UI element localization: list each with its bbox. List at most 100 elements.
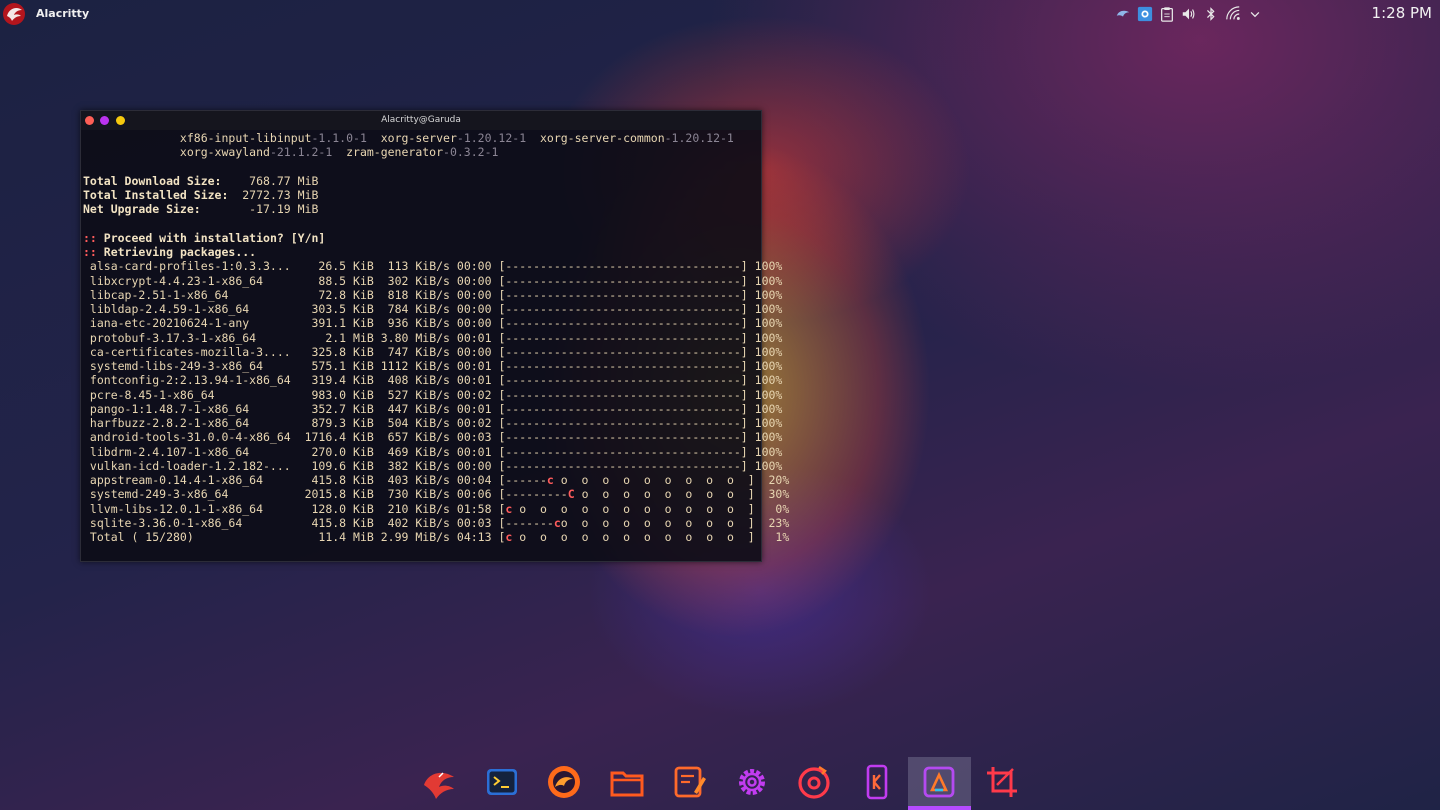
- wifi-icon[interactable]: [1224, 5, 1242, 23]
- volume-icon[interactable]: [1180, 5, 1198, 23]
- download-row: alsa-card-profiles-1:0.3.3... 26.5 KiB 1…: [83, 259, 782, 274]
- progress-cursor: C: [567, 487, 575, 502]
- progress-bar-rest: ]: [740, 430, 748, 445]
- download-size: 415.8 KiB: [297, 515, 374, 530]
- clipboard-icon[interactable]: [1158, 5, 1176, 23]
- download-row: iana-etc-20210624-1-any 391.1 KiB 936 Ki…: [83, 316, 782, 331]
- download-time: 00:04: [449, 473, 499, 487]
- prompt-marker: ::: [83, 230, 97, 245]
- progress-bar-rest: ]: [740, 387, 748, 402]
- download-size: 128.0 KiB: [297, 501, 374, 516]
- download-row: libldap-2.4.59-1-x86_64 303.5 KiB 784 Ki…: [83, 302, 782, 316]
- download-size: 26.5 KiB: [297, 259, 374, 274]
- bluetooth-icon[interactable]: [1202, 5, 1220, 23]
- terminal-icon: [483, 763, 521, 805]
- retrieving-text: Retrieving packages...: [96, 245, 257, 259]
- summary-line: Net Upgrade Size: -17.19 MiB: [83, 202, 759, 216]
- download-name: android-tools-31.0.0-4-x86_64: [83, 430, 298, 445]
- download-percent: 100%: [747, 259, 783, 274]
- dock-item-terminal[interactable]: [471, 757, 534, 810]
- download-rate: 747 KiB/s: [373, 344, 450, 359]
- download-percent: 100%: [747, 387, 783, 402]
- download-time: 00:00: [449, 344, 499, 359]
- download-row: systemd-libs-249-3-x86_64 575.1 KiB 1112…: [83, 359, 782, 373]
- download-time: 00:00: [449, 316, 499, 331]
- download-size: 1716.4 KiB: [297, 430, 374, 445]
- clock[interactable]: 1:28 PM: [1372, 4, 1432, 22]
- retrieving-line: :: Retrieving packages...: [83, 245, 759, 259]
- dock-item-screenshot-crop[interactable]: [971, 757, 1034, 810]
- download-rate: 784 KiB/s: [373, 302, 450, 316]
- download-row: vulkan-icd-loader-1.2.182-... 109.6 KiB …: [83, 458, 782, 473]
- top-panel: Alacritty 1:28 PM: [0, 0, 1440, 28]
- dock-item-kde-connect[interactable]: [846, 757, 909, 810]
- download-size: 983.0 KiB: [297, 387, 374, 402]
- download-size: 325.8 KiB: [297, 344, 374, 359]
- download-rate: 469 KiB/s: [373, 444, 450, 459]
- terminal-window[interactable]: Alacritty@Garuda xf86-input-libinput-1.1…: [80, 110, 789, 562]
- kde-connect-icon: [858, 763, 896, 805]
- progress-bar: [----------------------------------: [498, 330, 741, 345]
- progress-bar-rest: ]: [740, 302, 748, 316]
- garuda-menu-icon[interactable]: [2, 2, 26, 26]
- window-titlebar[interactable]: Alacritty@Garuda: [81, 111, 761, 130]
- package-text: -21.1.2-1: [269, 145, 333, 160]
- download-size: 88.5 KiB: [297, 273, 374, 288]
- download-name: libldap-2.4.59-1-x86_64: [83, 302, 298, 316]
- progress-bar: [----------------------------------: [498, 458, 741, 473]
- summary-value: 768.77 MiB: [221, 173, 319, 188]
- download-row: Total ( 15/280) 11.4 MiB 2.99 MiB/s 04:1…: [83, 530, 789, 544]
- dock-item-music-player[interactable]: [783, 757, 846, 810]
- dock-item-file-manager[interactable]: [596, 757, 659, 810]
- download-rate: 403 KiB/s: [373, 473, 450, 487]
- download-row: llvm-libs-12.0.1-1-x86_64 128.0 KiB 210 …: [83, 501, 789, 516]
- download-row: protobuf-3.17.3-1-x86_64 2.1 MiB 3.80 Mi…: [83, 330, 782, 345]
- package-text: xorg-server-common: [526, 131, 665, 145]
- progress-bar-rest: ]: [740, 316, 748, 331]
- download-percent: 100%: [747, 401, 783, 416]
- progress-bar: [----------------------------------: [498, 416, 741, 430]
- package-text: -1.20.12-1: [664, 131, 734, 145]
- download-name: libcap-2.51-1-x86_64: [83, 287, 298, 302]
- download-time: 00:03: [449, 430, 499, 445]
- download-name: libxcrypt-4.4.23-1-x86_64: [83, 273, 298, 288]
- progress-bar: [----------------------------------: [498, 273, 741, 288]
- download-size: 2015.8 KiB: [297, 487, 374, 502]
- package-text: -0.3.2-1: [443, 145, 499, 160]
- download-time: 00:01: [449, 330, 499, 345]
- chevron-down-icon[interactable]: [1246, 5, 1264, 23]
- download-name: fontconfig-2:2.13.94-1-x86_64: [83, 373, 298, 388]
- settings-gear-icon: [733, 763, 771, 805]
- download-time: 00:00: [449, 273, 499, 288]
- download-percent: 100%: [747, 458, 783, 473]
- file-manager-icon: [608, 763, 646, 805]
- garuda-welcome-icon: [420, 763, 458, 805]
- window-title: Alacritty@Garuda: [381, 115, 461, 125]
- garuda-assistant-icon: [920, 763, 958, 805]
- download-name: ca-certificates-mozilla-3....: [83, 344, 298, 359]
- music-player-icon: [795, 763, 833, 805]
- progress-bar: [----------------------------------: [498, 344, 741, 359]
- download-row: fontconfig-2:2.13.94-1-x86_64 319.4 KiB …: [83, 373, 782, 388]
- download-rate: 2.99 MiB/s: [373, 530, 450, 544]
- download-percent: 100%: [747, 359, 783, 373]
- download-row: harfbuzz-2.8.2-1-x86_64 879.3 KiB 504 Ki…: [83, 416, 782, 430]
- download-size: 879.3 KiB: [297, 416, 374, 430]
- dock-item-garuda-assistant[interactable]: [908, 757, 971, 810]
- download-percent: 100%: [747, 444, 783, 459]
- download-time: 00:00: [449, 259, 499, 274]
- progress-bar: [----------------------------------: [498, 259, 741, 274]
- garuda-boot-options-icon[interactable]: [1114, 5, 1132, 23]
- dock-item-settings-gear[interactable]: [721, 757, 784, 810]
- screen-capture-icon[interactable]: [1136, 5, 1154, 23]
- dock-item-garuda-welcome[interactable]: [408, 757, 471, 810]
- download-size: 270.0 KiB: [297, 444, 374, 459]
- active-window-title: Alacritty: [36, 7, 90, 20]
- progress-bar: [----------------------------------: [498, 430, 741, 445]
- download-percent: 100%: [747, 416, 783, 430]
- terminal-output[interactable]: xf86-input-libinput-1.1.0-1 xorg-server-…: [81, 130, 789, 544]
- download-time: 00:01: [449, 401, 499, 416]
- progress-bar: [----------------------------------: [498, 373, 741, 388]
- dock-item-firedragon-browser[interactable]: [533, 757, 596, 810]
- dock-item-text-editor[interactable]: [658, 757, 721, 810]
